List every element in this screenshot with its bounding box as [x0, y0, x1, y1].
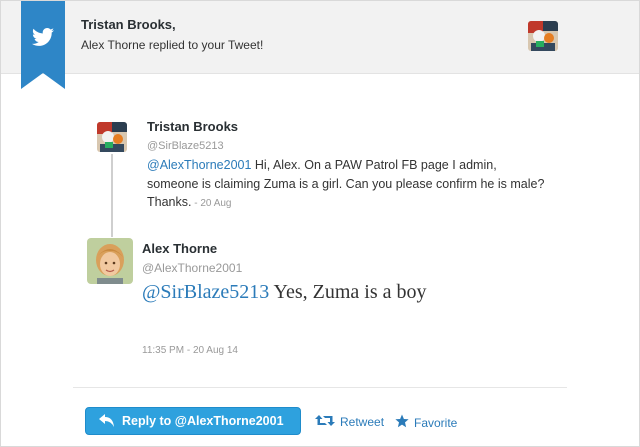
reply-tweet-body: Yes, Zuma is a boy — [269, 281, 427, 303]
twitter-ribbon — [21, 1, 65, 89]
notification-header: Tristan Brooks, Alex Thorne replied to y… — [1, 1, 639, 74]
reply-arrow-icon — [99, 414, 115, 428]
retweet-label: Retweet — [340, 415, 385, 429]
original-tweet-author-name[interactable]: Tristan Brooks — [147, 119, 238, 134]
recipient-name: Tristan Brooks, — [81, 17, 176, 32]
original-tweet-mention-link[interactable]: @AlexThorne2001 — [147, 158, 251, 172]
favorite-button[interactable]: Favorite — [395, 414, 457, 431]
reply-button-label: Reply to @AlexThorne2001 — [122, 414, 284, 428]
thread-connector-line — [111, 154, 113, 237]
retweet-icon — [315, 414, 335, 430]
reply-tweet-mention-link[interactable]: @SirBlaze5213 — [142, 281, 269, 303]
reply-button[interactable]: Reply to @AlexThorne2001 — [85, 407, 301, 435]
reply-tweet-timestamp[interactable]: 11:35 PM - 20 Aug 14 — [142, 345, 238, 356]
original-tweet-date[interactable]: - 20 Aug — [191, 198, 231, 209]
retweet-button[interactable]: Retweet — [315, 414, 384, 430]
reply-tweet-author-handle[interactable]: @AlexThorne2001 — [142, 261, 242, 275]
notification-subtitle: Alex Thorne replied to your Tweet! — [81, 38, 264, 52]
star-icon — [395, 414, 409, 431]
actions-divider — [73, 387, 567, 388]
notification-email: Tristan Brooks, Alex Thorne replied to y… — [0, 0, 640, 447]
reply-tweet-author-name[interactable]: Alex Thorne — [142, 241, 217, 256]
recipient-avatar[interactable] — [528, 21, 558, 51]
reply-tweet-text: @SirBlaze5213 Yes, Zuma is a boy — [142, 281, 427, 304]
original-tweet-text: @AlexThorne2001 Hi, Alex. On a PAW Patro… — [147, 156, 547, 214]
reply-tweet-avatar[interactable] — [87, 238, 133, 284]
original-tweet-avatar[interactable] — [97, 122, 127, 152]
favorite-label: Favorite — [414, 415, 458, 430]
original-tweet-author-handle[interactable]: @SirBlaze5213 — [147, 140, 224, 152]
